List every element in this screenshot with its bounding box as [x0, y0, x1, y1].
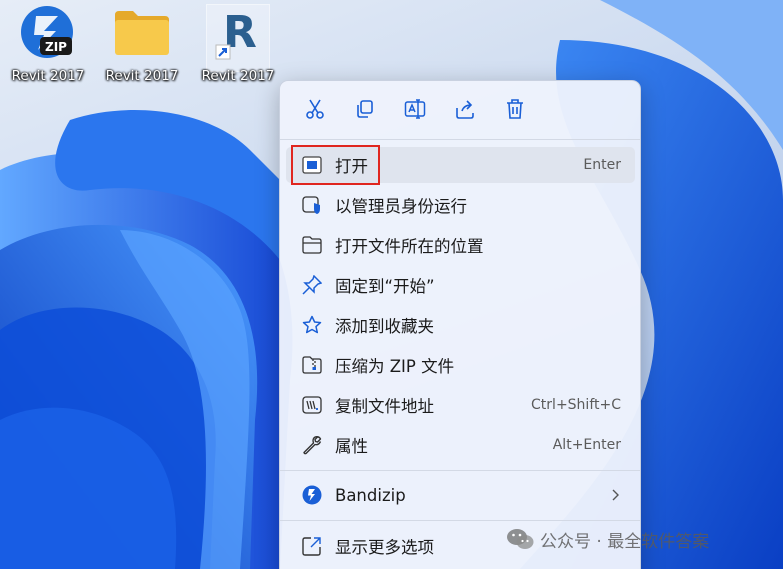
folder-open-icon [301, 234, 323, 256]
wechat-icon [506, 527, 534, 551]
star-icon [301, 314, 323, 336]
pin-icon [301, 274, 323, 296]
share-button[interactable] [440, 93, 490, 129]
menu-separator [280, 520, 640, 521]
desktop-icon-folder[interactable]: Revit 2017 [96, 4, 188, 90]
revit-shortcut-icon: R [208, 4, 268, 60]
menu-item-compress-zip[interactable]: 压缩为 ZIP 文件 [286, 347, 635, 383]
delete-button[interactable] [490, 93, 540, 129]
quick-action-bar [290, 93, 540, 129]
share-icon [454, 98, 476, 124]
menu-item-label: 复制文件地址 [335, 397, 434, 416]
copy-path-icon [301, 394, 323, 416]
menu-separator [280, 139, 640, 140]
menu-item-label: 显示更多选项 [335, 538, 434, 557]
menu-item-shortcut: Alt+Enter [552, 437, 621, 453]
more-options-icon [301, 535, 323, 557]
desktop-icon-caption: Revit 2017 [201, 68, 275, 84]
desktop-icon-revit[interactable]: R Revit 2017 [192, 4, 284, 90]
copy-icon [354, 98, 376, 124]
menu-item-label: 属性 [335, 437, 368, 456]
watermark-text: 公众号 · 最全软件答案 [540, 531, 710, 552]
menu-item-copy-path[interactable]: 复制文件地址 Ctrl+Shift+C [286, 387, 635, 423]
rename-icon [404, 98, 426, 124]
cut-button[interactable] [290, 93, 340, 129]
cut-icon [304, 98, 326, 124]
menu-item-label: Bandizip [335, 485, 406, 505]
desktop-icon-caption: Revit 2017 [105, 68, 179, 84]
menu-item-label: 打开文件所在的位置 [335, 237, 484, 256]
bandizip-icon [301, 484, 323, 506]
highlight-annotation-box [291, 145, 380, 185]
menu-item-run-as-admin[interactable]: 以管理员身份运行 [286, 187, 635, 223]
watermark: 公众号 · 最全软件答案 [506, 526, 709, 552]
menu-item-shortcut: Ctrl+Shift+C [531, 397, 621, 413]
svg-text:ZIP: ZIP [45, 40, 67, 54]
folder-icon [112, 4, 172, 60]
menu-item-label: 压缩为 ZIP 文件 [335, 357, 455, 376]
desktop-icon-zip[interactable]: ZIP Revit 2017 [2, 4, 94, 90]
menu-item-shortcut: Enter [583, 157, 621, 173]
zip-folder-icon [301, 354, 323, 376]
zip-archive-icon: ZIP [18, 4, 78, 60]
menu-item-add-to-favorites[interactable]: 添加到收藏夹 [286, 307, 635, 343]
delete-icon [504, 98, 526, 124]
run-as-admin-icon [301, 194, 323, 216]
menu-item-label: 以管理员身份运行 [335, 197, 467, 216]
menu-item-label: 添加到收藏夹 [335, 317, 434, 336]
menu-item-properties[interactable]: 属性 Alt+Enter [286, 427, 635, 463]
copy-button[interactable] [340, 93, 390, 129]
wrench-icon [301, 434, 323, 456]
chevron-right-icon [611, 486, 619, 505]
menu-item-label: 固定到“开始” [335, 277, 435, 296]
menu-item-pin-to-start[interactable]: 固定到“开始” [286, 267, 635, 303]
rename-button[interactable] [390, 93, 440, 129]
desktop-icon-caption: Revit 2017 [11, 68, 85, 84]
menu-item-open-file-location[interactable]: 打开文件所在的位置 [286, 227, 635, 263]
menu-separator [280, 470, 640, 471]
menu-item-bandizip[interactable]: Bandizip [286, 477, 635, 513]
